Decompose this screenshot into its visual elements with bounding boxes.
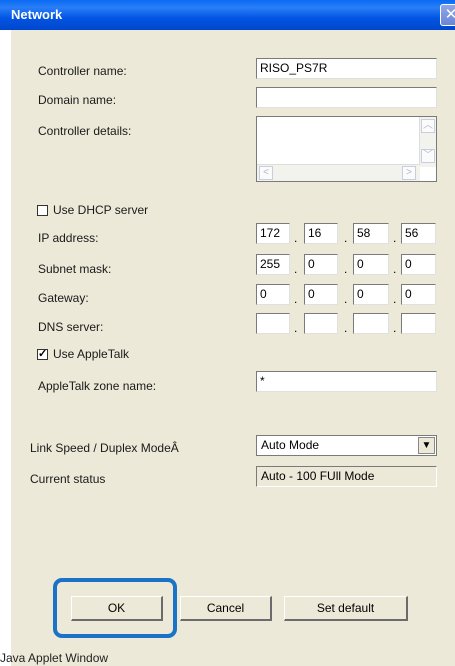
title-bar: Network ✕ <box>0 0 455 30</box>
ip-octet-3[interactable]: 58 <box>353 223 389 244</box>
gateway-octet-3[interactable]: 0 <box>353 284 389 305</box>
dns-server-label: DNS server: <box>38 320 104 334</box>
chevron-down-icon[interactable]: ﹀ <box>421 149 435 163</box>
appletalk-checkbox[interactable]: ✓ <box>37 349 48 360</box>
controller-name-label: Controller name: <box>38 64 127 78</box>
controller-details-textarea[interactable]: ︿ ﹀ < > <box>256 116 437 182</box>
link-speed-select[interactable]: Auto Mode ▼ <box>256 435 437 456</box>
gateway-label: Gateway: <box>38 291 89 305</box>
separator-dot: . <box>294 262 298 276</box>
chevron-right-icon[interactable]: > <box>402 166 416 180</box>
gateway-octet-2[interactable]: 0 <box>304 284 338 305</box>
separator-dot: . <box>344 321 348 335</box>
close-icon: ✕ <box>444 6 455 23</box>
appletalk-zone-label: AppleTalk zone name: <box>38 379 157 393</box>
gateway-octet-1[interactable]: 0 <box>256 284 290 305</box>
caret-down-icon[interactable]: ▼ <box>418 437 435 454</box>
subnet-octet-4[interactable]: 0 <box>401 254 436 275</box>
dhcp-checkbox[interactable] <box>37 205 48 216</box>
cancel-button[interactable]: Cancel <box>180 596 272 621</box>
ip-octet-1[interactable]: 172 <box>256 223 290 244</box>
appletalk-zone-input[interactable]: * <box>256 371 437 392</box>
current-status-value: Auto - 100 FUll Mode <box>256 466 437 487</box>
dns-octet-4[interactable] <box>401 313 436 334</box>
ip-octet-4[interactable]: 56 <box>401 223 436 244</box>
set-default-button[interactable]: Set default <box>284 596 408 621</box>
horizontal-scrollbar[interactable]: < > <box>257 164 420 181</box>
dns-octet-2[interactable] <box>304 313 338 334</box>
window-title: Network <box>11 7 63 22</box>
separator-dot: . <box>393 231 397 245</box>
dns-octet-3[interactable] <box>353 313 389 334</box>
subnet-octet-1[interactable]: 255 <box>256 254 290 275</box>
chevron-left-icon[interactable]: < <box>259 166 273 180</box>
separator-dot: . <box>393 292 397 306</box>
domain-name-input[interactable] <box>256 87 437 108</box>
close-button[interactable]: ✕ <box>440 4 455 26</box>
link-speed-label: Link Speed / Duplex ModeÂ <box>30 441 179 455</box>
vertical-scrollbar[interactable]: ︿ ﹀ <box>419 117 436 167</box>
separator-dot: . <box>344 231 348 245</box>
domain-name-label: Domain name: <box>38 93 117 107</box>
separator-dot: . <box>344 262 348 276</box>
separator-dot: . <box>393 262 397 276</box>
separator-dot: . <box>294 292 298 306</box>
subnet-octet-3[interactable]: 0 <box>353 254 389 275</box>
link-speed-value: Auto Mode <box>261 438 320 452</box>
ip-octet-2[interactable]: 16 <box>304 223 338 244</box>
controller-details-label: Controller details: <box>38 124 132 138</box>
dhcp-label: Use DHCP server <box>53 203 149 217</box>
footer-text: Java Applet Window <box>0 651 109 665</box>
appletalk-label: Use AppleTalk <box>53 347 130 361</box>
gateway-octet-4[interactable]: 0 <box>401 284 436 305</box>
current-status-label: Current status <box>30 472 106 486</box>
separator-dot: . <box>393 321 397 335</box>
window-left-edge <box>0 30 11 666</box>
ok-button-highlight <box>53 578 177 638</box>
separator-dot: . <box>294 231 298 245</box>
ip-address-label: IP address: <box>38 231 99 245</box>
dns-octet-1[interactable] <box>256 313 290 334</box>
chevron-up-icon[interactable]: ︿ <box>421 119 435 133</box>
subnet-mask-label: Subnet mask: <box>38 262 112 276</box>
separator-dot: . <box>344 292 348 306</box>
controller-name-input[interactable]: RISO_PS7R <box>256 58 437 79</box>
separator-dot: . <box>294 321 298 335</box>
subnet-octet-2[interactable]: 0 <box>304 254 338 275</box>
